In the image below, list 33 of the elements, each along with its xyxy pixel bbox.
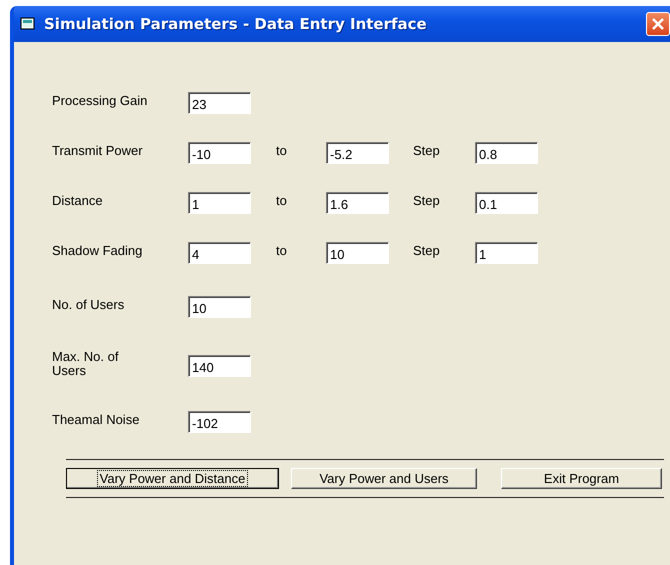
close-button[interactable] <box>646 12 670 36</box>
field-label: Shadow Fading <box>52 244 144 258</box>
action-button[interactable]: Vary Power and Users <box>291 468 477 489</box>
step-label: Step <box>412 244 440 258</box>
to-label: to <box>275 194 287 208</box>
step-field[interactable]: 0.1 <box>475 192 538 214</box>
value-field[interactable]: 140 <box>188 355 251 377</box>
to-field[interactable]: -5.2 <box>326 142 389 164</box>
step-label: Step <box>412 144 440 158</box>
value-field[interactable]: 23 <box>188 92 251 114</box>
to-field[interactable]: 1.6 <box>326 192 389 214</box>
to-label: to <box>275 144 287 158</box>
to-label: to <box>275 244 287 258</box>
step-label: Step <box>412 194 440 208</box>
step-field[interactable]: 0.8 <box>475 142 538 164</box>
field-label: Transmit Power <box>52 144 144 158</box>
window-icon <box>20 17 36 31</box>
from-field[interactable]: -10 <box>188 142 251 164</box>
field-label: Max. No. of Users <box>52 350 120 378</box>
action-button[interactable]: Exit Program <box>501 468 662 489</box>
from-field[interactable]: 4 <box>188 242 251 264</box>
step-field[interactable]: 1 <box>475 242 538 264</box>
field-label: Distance <box>52 194 104 208</box>
to-field[interactable]: 10 <box>326 242 389 264</box>
from-field[interactable]: 1 <box>188 192 251 214</box>
value-field[interactable]: -102 <box>188 411 251 433</box>
window-title: Simulation Parameters - Data Entry Interface <box>44 15 427 33</box>
field-label: Theamal Noise <box>52 413 140 427</box>
field-label: Processing Gain <box>52 94 148 108</box>
value-field[interactable]: 10 <box>188 296 251 318</box>
close-icon <box>651 17 665 31</box>
action-button[interactable]: Vary Power and Distance <box>66 468 279 489</box>
field-label: No. of Users <box>52 298 126 312</box>
